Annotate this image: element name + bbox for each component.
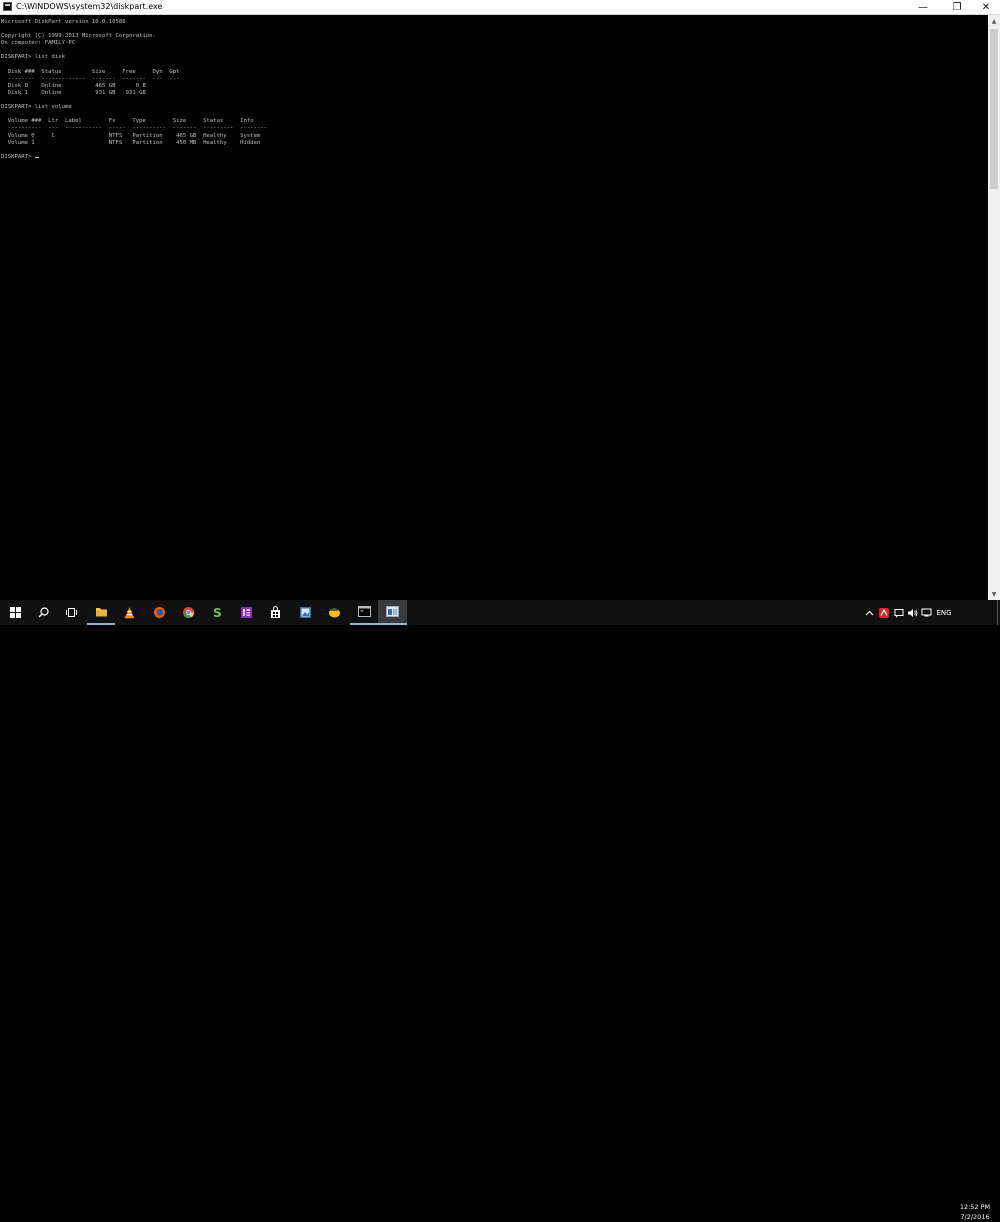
console-line: Copyright (C) 1999-2013 Microsoft Corpor… (1, 33, 156, 40)
search-button[interactable] (29, 600, 57, 625)
yellow-app-icon (328, 608, 340, 618)
taskbar: S ENG 12:52 PM 7/2/2016 (0, 600, 1000, 1221)
taskbar-diskpart[interactable] (378, 600, 407, 625)
text-cursor (34, 156, 39, 158)
taskbar-purple-app[interactable] (232, 600, 260, 625)
console-line: ---------- --- ----------- ----- -------… (1, 125, 268, 132)
task-view-button[interactable] (57, 600, 85, 625)
message-icon (894, 608, 903, 618)
windows-logo-icon (9, 607, 21, 618)
speaker-icon (908, 608, 918, 617)
scroll-thumb[interactable] (990, 29, 998, 189)
console-app-icon (3, 2, 12, 11)
command-prompt: DISKPART> (1, 153, 35, 160)
taskbar-chrome[interactable] (174, 600, 202, 625)
antivirus-icon (879, 607, 889, 618)
cmd-icon (357, 606, 371, 617)
vlc-cone-icon (124, 607, 134, 619)
console-area[interactable]: Microsoft DiskPart version 10.0.10586 Co… (0, 15, 988, 600)
console-lines: Microsoft DiskPart version 10.0.10586 Co… (1, 19, 267, 146)
svg-text:S: S (213, 606, 222, 619)
console-line: Disk 0 Online 465 GB 0 B (1, 82, 146, 89)
console-line: DISKPART> list volume (1, 104, 72, 111)
chrome-icon (182, 607, 194, 618)
scroll-up-arrow-icon[interactable]: ▲ (988, 15, 1000, 27)
tray-antivirus[interactable] (877, 600, 891, 625)
diskpart-icon (386, 606, 399, 617)
s-app-icon: S (213, 606, 222, 619)
console-line: Volume 1 NTFS Partition 450 MB Healthy H… (1, 139, 261, 146)
tray-network[interactable] (920, 600, 933, 625)
taskbar-file-explorer[interactable] (87, 600, 115, 625)
show-hidden-icons-button[interactable] (862, 600, 876, 625)
tray-notification[interactable] (892, 600, 905, 625)
taskbar-store[interactable] (261, 600, 289, 625)
scroll-down-arrow-icon[interactable]: ▼ (988, 588, 1000, 600)
window-title: C:\WINDOWS\system32\diskpart.exe (16, 2, 163, 11)
restore-button[interactable]: ❐ (942, 0, 972, 14)
language-label: ENG (936, 608, 952, 617)
console-line: Disk ### Status Size Free Dyn Gpt (1, 68, 180, 75)
tray-clock[interactable]: 12:52 PM 7/2/2016 (955, 1202, 995, 1222)
close-button[interactable]: ✕ (971, 0, 1000, 14)
console-line: Microsoft DiskPart version 10.0.10586 (1, 19, 126, 25)
start-button[interactable] (1, 600, 29, 625)
chevron-up-icon (865, 610, 873, 615)
console-line: -------- ------------- ------- ------- -… (1, 75, 180, 82)
console-line: Volume 0 C NTFS Partition 465 GB Healthy… (1, 132, 261, 139)
purple-app-icon (240, 607, 252, 618)
task-view-icon (65, 608, 77, 617)
firefox-icon (153, 607, 165, 618)
console-line: On computer: FAMILY-PC (1, 40, 76, 47)
clock-date: 7/2/2016 (960, 1213, 990, 1221)
taskbar-cmd[interactable] (350, 600, 378, 625)
taskbar-photo-app[interactable] (291, 600, 319, 625)
taskbar-s-app[interactable]: S (203, 600, 231, 625)
window-title-bar[interactable]: C:\WINDOWS\system32\diskpart.exe — ❐ ✕ (0, 0, 1000, 15)
console-line: Volume ### Ltr Label Fs Type Size Status… (1, 118, 254, 125)
search-icon (38, 607, 49, 618)
clock-time: 12:52 PM (959, 1203, 991, 1211)
store-icon (270, 606, 280, 618)
console-line: DISKPART> list disk (1, 54, 65, 61)
folder-icon (95, 608, 107, 617)
minimize-button[interactable]: — (908, 0, 938, 14)
taskbar-yellow-app[interactable] (320, 600, 348, 625)
console-line: Disk 1 Online 931 GB 931 GB (1, 89, 146, 96)
console-output: Microsoft DiskPart version 10.0.10586 Co… (1, 19, 267, 161)
network-icon (921, 608, 932, 616)
vertical-scrollbar[interactable]: ▲ ▼ (988, 15, 1000, 600)
taskbar-vlc[interactable] (115, 600, 143, 625)
taskbar-firefox[interactable] (145, 600, 173, 625)
tray-volume[interactable] (906, 600, 919, 625)
language-indicator[interactable]: ENG (934, 600, 954, 625)
photo-app-icon (299, 607, 311, 618)
